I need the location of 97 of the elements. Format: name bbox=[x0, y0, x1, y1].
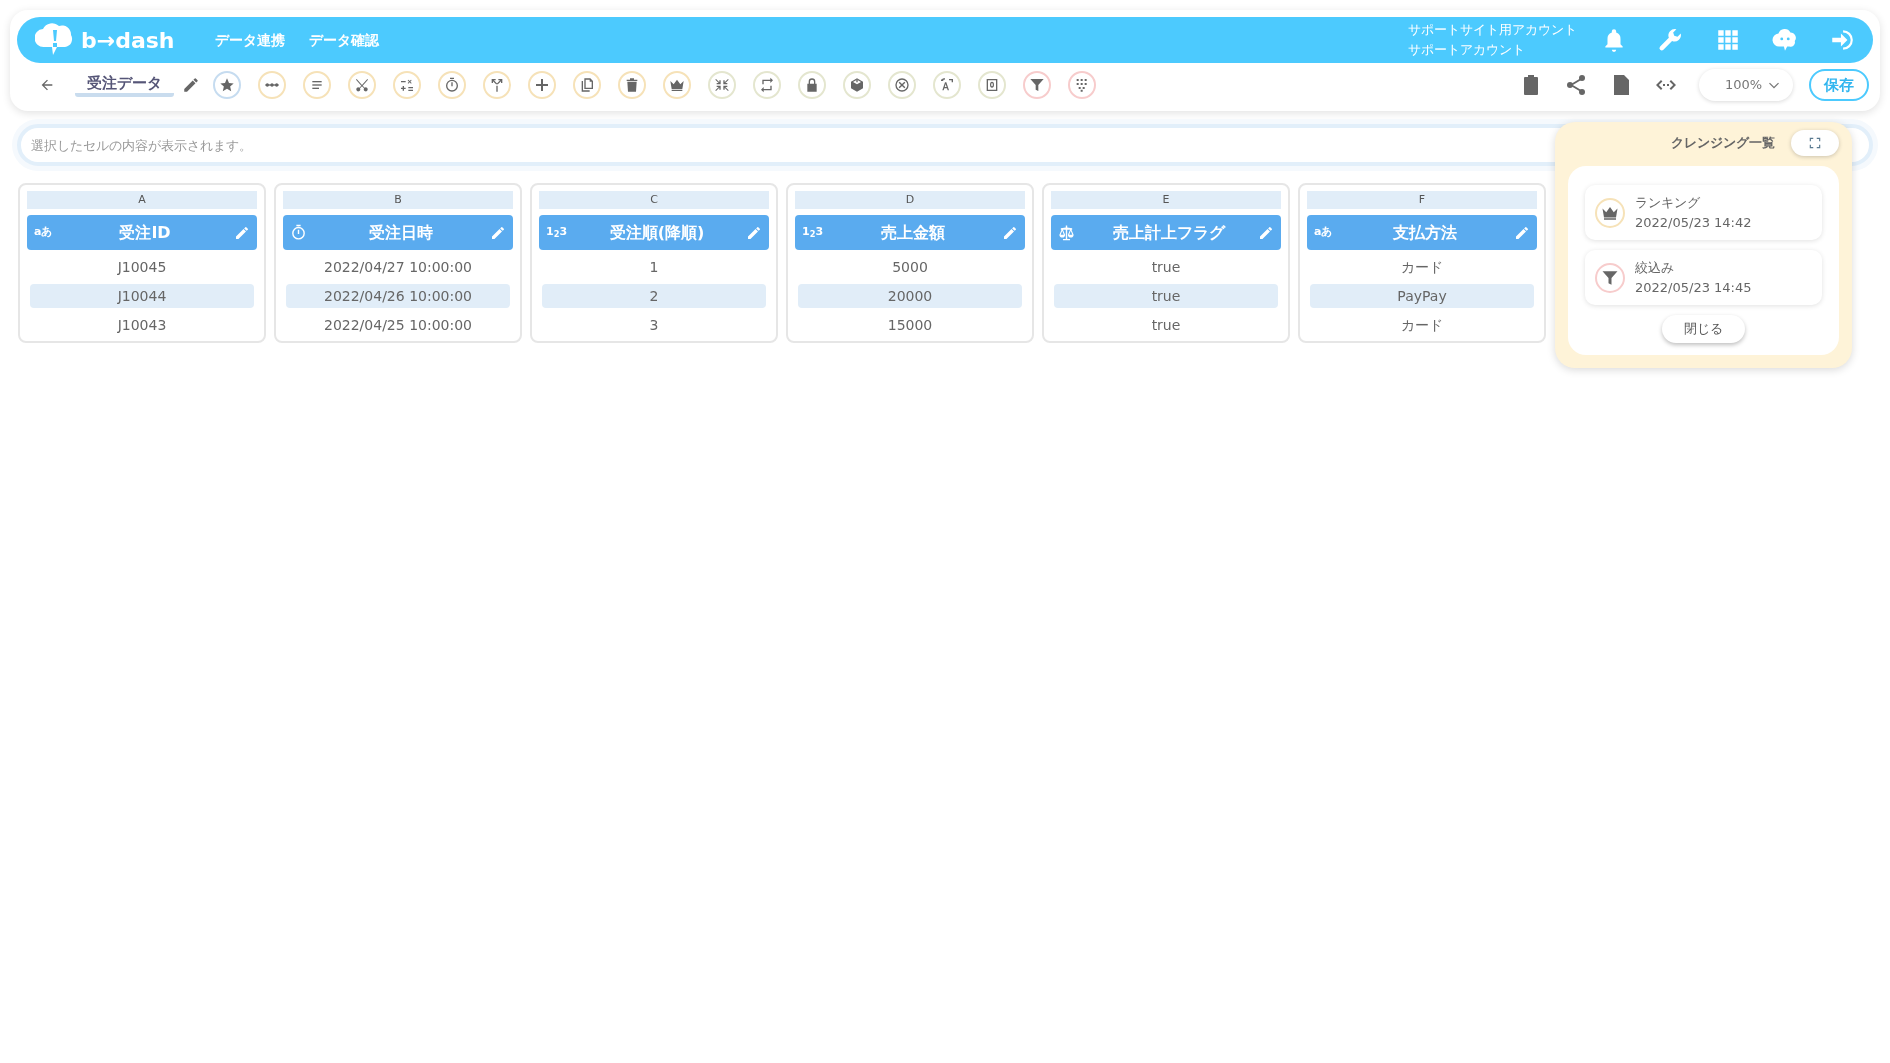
filter-icon bbox=[1029, 77, 1045, 93]
table-cell-text: 5000 bbox=[891, 258, 929, 277]
tool-button[interactable] bbox=[528, 71, 556, 99]
stopwatch-icon bbox=[444, 77, 460, 93]
tool-button[interactable] bbox=[978, 71, 1006, 99]
plus-icon bbox=[534, 77, 550, 93]
tool-button[interactable] bbox=[708, 71, 736, 99]
table-cell-text: true bbox=[1150, 258, 1182, 277]
cloud-logo-icon bbox=[35, 23, 75, 57]
tool-button[interactable] bbox=[933, 71, 961, 99]
pencil-icon[interactable] bbox=[182, 76, 200, 94]
crown-icon bbox=[669, 77, 685, 93]
table-cell-text: カード bbox=[1400, 316, 1444, 335]
table-cell-text: 3 bbox=[648, 316, 660, 335]
zoom-select[interactable]: 100% bbox=[1699, 69, 1793, 101]
box-icon bbox=[849, 77, 865, 93]
fork-arrow-icon bbox=[489, 77, 505, 93]
dot-grid-icon bbox=[1074, 77, 1090, 93]
scissors-icon bbox=[354, 77, 370, 93]
panel-title: クレンジング一覧 bbox=[1671, 134, 1775, 153]
table-cell: true bbox=[1054, 284, 1278, 308]
cleansing-item[interactable]: ランキング 2022/05/23 14:42 bbox=[1585, 185, 1822, 240]
sheet-title: 受注データ bbox=[75, 73, 174, 97]
type-label: 1$_{2}$3 bbox=[802, 224, 824, 241]
lock-icon bbox=[804, 77, 820, 93]
column-header[interactable]: 1$_{2}$3 受注順(降順) bbox=[539, 215, 769, 250]
column-name: 受注ID bbox=[118, 221, 172, 244]
share-icon[interactable] bbox=[1564, 73, 1588, 97]
tool-button[interactable] bbox=[663, 71, 691, 99]
column-letter[interactable]: B bbox=[283, 191, 513, 209]
close-button[interactable]: 閉じる bbox=[1662, 315, 1745, 343]
table-cell-text: カード bbox=[1400, 258, 1444, 277]
repeat-icon bbox=[759, 77, 775, 93]
compress-icon bbox=[714, 77, 730, 93]
column-letter[interactable]: C bbox=[539, 191, 769, 209]
column-header[interactable]: 売上計上フラグ bbox=[1051, 215, 1281, 250]
column-header[interactable]: 受注日時 bbox=[283, 215, 513, 250]
tool-button[interactable] bbox=[888, 71, 916, 99]
stopwatch-icon bbox=[290, 224, 307, 241]
column-header[interactable]: 1$_{2}$3 売上金額 bbox=[795, 215, 1025, 250]
type-label: aあ bbox=[34, 224, 54, 241]
back-arrow-icon[interactable] bbox=[39, 77, 55, 93]
column-name: 受注順(降順) bbox=[608, 221, 706, 244]
tool-button[interactable] bbox=[258, 71, 286, 99]
tool-button[interactable] bbox=[438, 71, 466, 99]
column-header[interactable]: aあ 支払方法 bbox=[1307, 215, 1537, 250]
table-cell-text: J10045 bbox=[116, 258, 168, 277]
tool-button[interactable] bbox=[843, 71, 871, 99]
step-time: 2022/05/23 14:45 bbox=[1635, 278, 1752, 297]
account-name: サポートサイト用アカウント bbox=[1408, 21, 1577, 39]
column-name: 売上計上フラグ bbox=[1112, 221, 1227, 244]
table-cell-text: 2022/04/27 10:00:00 bbox=[323, 258, 473, 277]
filter-icon bbox=[1601, 268, 1619, 287]
table-cell-text: true bbox=[1150, 316, 1182, 335]
table-cell: 2022/04/26 10:00:00 bbox=[286, 284, 510, 308]
step-name: 絞込み bbox=[1635, 259, 1675, 277]
table-cell: 20000 bbox=[798, 284, 1022, 308]
tool-button[interactable] bbox=[483, 71, 511, 99]
tool-button[interactable] bbox=[798, 71, 826, 99]
star-icon bbox=[219, 77, 235, 93]
type-label: 1$_{2}$3 bbox=[546, 224, 568, 241]
table-cell: J10044 bbox=[30, 284, 254, 308]
logo-text: b→dash bbox=[81, 26, 175, 55]
table-cell: 2 bbox=[542, 284, 766, 308]
tool-button[interactable] bbox=[213, 71, 241, 99]
tool-button[interactable] bbox=[753, 71, 781, 99]
step-time: 2022/05/23 14:42 bbox=[1635, 213, 1752, 232]
copy-icon bbox=[579, 77, 595, 93]
table-cell-text: 1 bbox=[648, 258, 660, 277]
tool-button[interactable] bbox=[1023, 71, 1051, 99]
column-name: 支払方法 bbox=[1392, 221, 1458, 244]
type-label: aあ bbox=[1314, 224, 1334, 241]
step-name: ランキング bbox=[1635, 194, 1701, 212]
column-letter[interactable]: F bbox=[1307, 191, 1537, 209]
column-letter[interactable]: E bbox=[1051, 191, 1281, 209]
account-name: サポートアカウント bbox=[1408, 41, 1526, 59]
column-letter[interactable]: A bbox=[27, 191, 257, 209]
column-header[interactable]: aあ 受注ID bbox=[27, 215, 257, 250]
tool-button[interactable] bbox=[348, 71, 376, 99]
tool-button[interactable] bbox=[1068, 71, 1096, 99]
tool-button[interactable] bbox=[618, 71, 646, 99]
table-cell-text: 15000 bbox=[886, 316, 934, 335]
tool-button[interactable] bbox=[393, 71, 421, 99]
table-cell-text: 2022/04/25 10:00:00 bbox=[323, 316, 473, 335]
trash-icon bbox=[624, 77, 640, 93]
scale-icon bbox=[1058, 224, 1075, 241]
tool-button[interactable] bbox=[303, 71, 331, 99]
expand-icon bbox=[1808, 136, 1822, 150]
zero-box-icon bbox=[984, 77, 1000, 93]
cleansing-item[interactable]: 絞込み 2022/05/23 14:45 bbox=[1585, 250, 1822, 305]
column-letter[interactable]: D bbox=[795, 191, 1025, 209]
column-name: 売上金額 bbox=[880, 221, 946, 244]
tool-button[interactable] bbox=[573, 71, 601, 99]
table-cell: PayPay bbox=[1310, 284, 1534, 308]
table-cell-text: J10043 bbox=[116, 316, 168, 335]
column-name: 受注日時 bbox=[368, 221, 434, 244]
calculation-icon bbox=[399, 77, 415, 93]
